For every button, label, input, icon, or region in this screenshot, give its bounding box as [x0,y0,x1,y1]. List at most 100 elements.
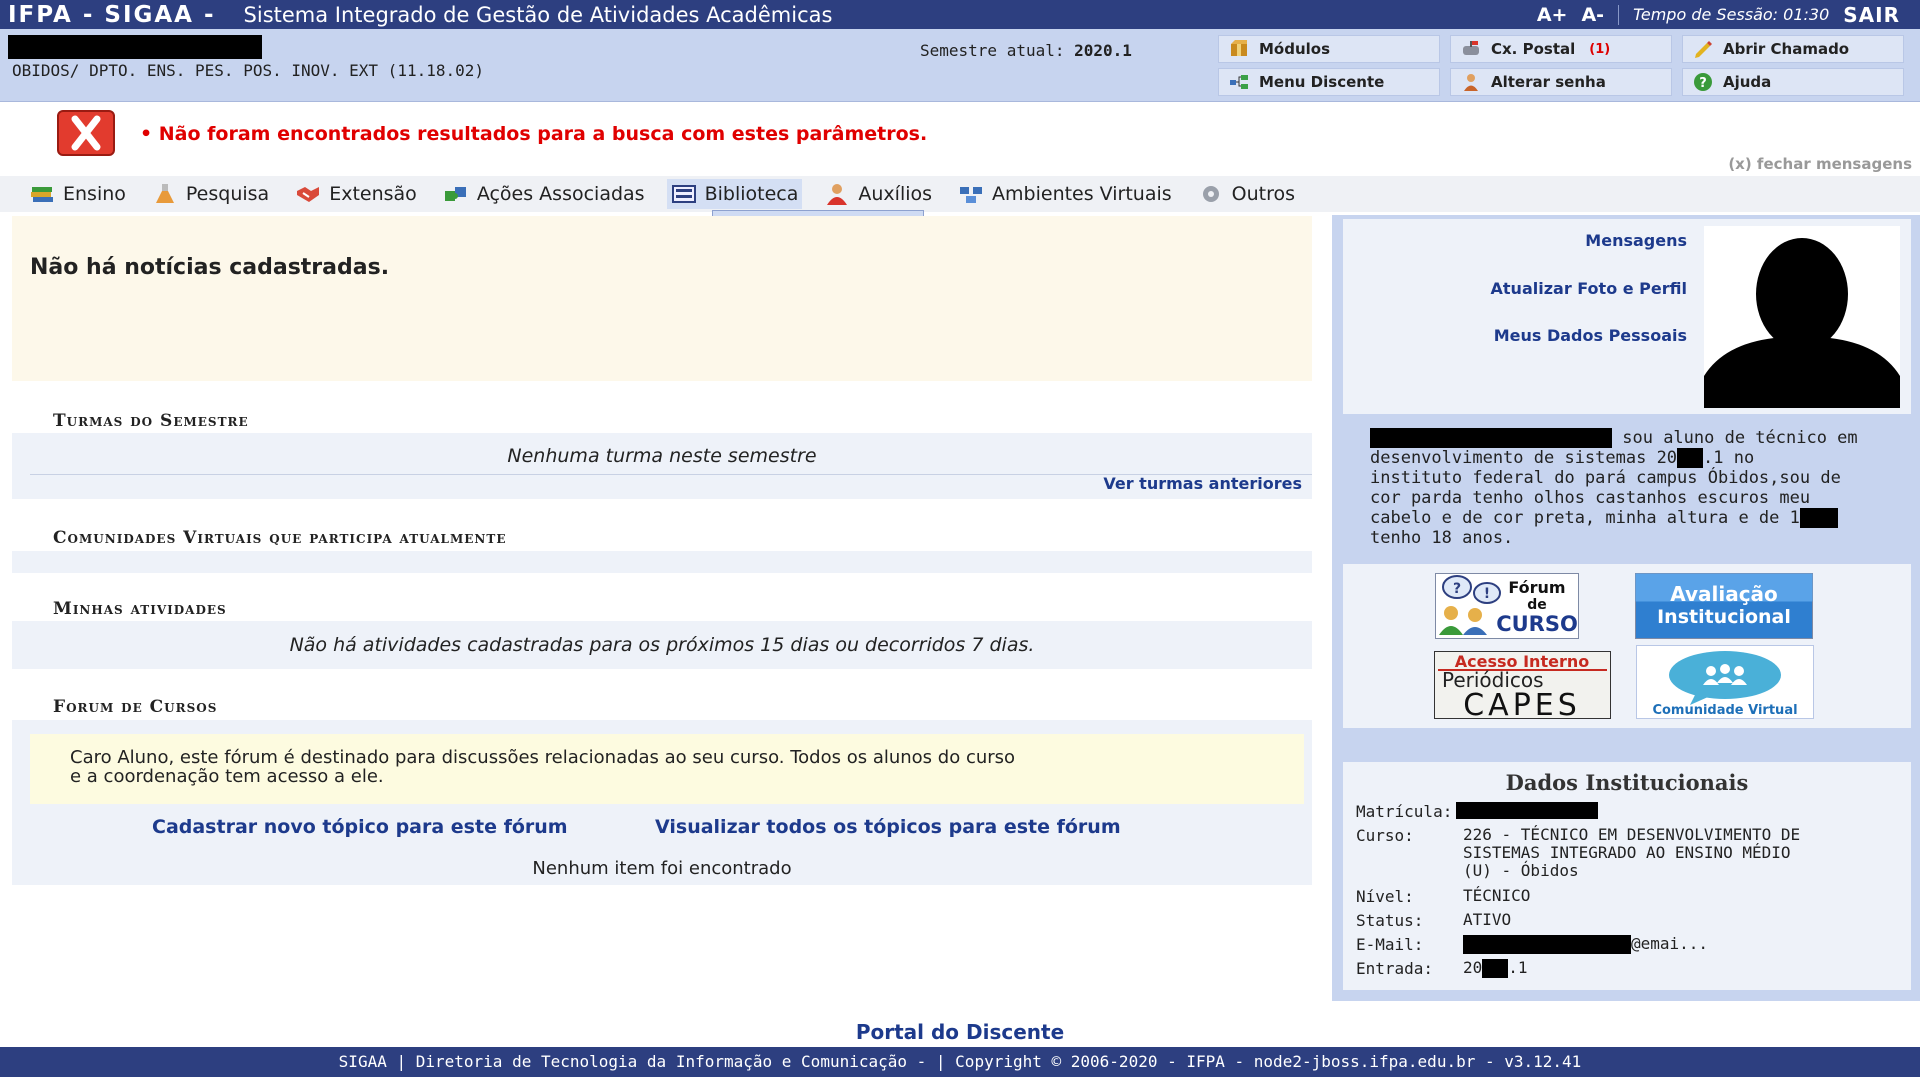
svg-text:?: ? [1453,581,1461,597]
curso-label: Curso: [1356,826,1414,845]
redacted-name [1370,428,1612,448]
turmas-section-title: Turmas do Semestre [53,411,249,431]
menu-biblioteca[interactable]: Biblioteca [666,179,803,209]
student-menu-label: Menu Discente [1259,73,1385,91]
bio-line: desenvolvimento de sistemas 20 .1 no [1370,448,1900,468]
menu-pesquisa-label: Pesquisa [185,183,270,205]
comunidades-section-title: Comunidades Virtuais que participa atual… [53,528,507,548]
redacted-text [1799,508,1838,528]
menu-outros[interactable]: Outros [1194,179,1299,209]
bio-text: desenvolvimento de sistemas 20 [1370,448,1678,468]
font-decrease-button[interactable]: A- [1581,4,1604,26]
update-photo-link[interactable]: Atualizar Foto e Perfil [1491,279,1687,298]
institutional-evaluation-banner-line2: Institucional [1657,606,1791,628]
divider [1618,4,1620,25]
menu-acoes-label: Ações Associadas [476,183,645,205]
institutional-evaluation-banner[interactable]: Avaliação Institucional [1635,573,1813,639]
menu-tree-icon [1229,72,1249,92]
bio-text: cor parda tenho olhos castanhos escuros … [1370,488,1811,508]
comunidades-panel [12,551,1312,573]
bio-text: instituto federal do pará campus Óbidos,… [1370,468,1841,488]
view-all-topics-link[interactable]: Visualizar todos os tópicos para este fó… [655,816,1121,838]
capes-periodicals-banner[interactable]: Acesso Interno Periódicos CAPES [1434,651,1611,719]
new-topic-link[interactable]: Cadastrar novo tópico para este fórum [152,816,568,838]
flask-icon [155,184,174,203]
menu-extensao[interactable]: Extensão [291,179,421,209]
atividades-section-title: Minhas atividades [53,599,227,619]
font-increase-button[interactable]: A+ [1537,4,1568,26]
virtual-community-banner[interactable]: Comunidade Virtual [1636,645,1814,719]
course-forum-banner[interactable]: ? ! Fórum de CURSO [1435,573,1579,639]
error-icon [57,110,115,156]
user-unit: OBIDOS/ DPTO. ENS. PES. POS. INOV. EXT (… [12,61,485,80]
status-label: Status: [1356,911,1424,930]
curso-line: (U) - Óbidos [1463,861,1579,880]
main-menu: Ensino Pesquisa Extensão Ações Associada… [0,176,1920,212]
menu-ambientes-virtuais[interactable]: Ambientes Virtuais [954,179,1176,209]
student-portal-link[interactable]: Portal do Discente [0,1020,1920,1044]
mailbox-count-badge: (1) [1589,41,1611,57]
institutional-evaluation-banner-line1: Avaliação [1670,582,1778,606]
menu-auxilios-label: Auxílios [858,183,933,205]
turmas-panel: Nenhuma turma neste semestre Ver turmas … [12,433,1312,499]
redacted-entrada [1482,959,1509,978]
mailbox-button[interactable]: Cx. Postal (1) [1450,35,1672,63]
previous-classes-link[interactable]: Ver turmas anteriores [1103,474,1302,493]
menu-ensino[interactable]: Ensino [25,179,130,209]
puzzle-icon [444,187,466,201]
menu-outros-label: Outros [1231,183,1296,205]
top-header-controls: A+ A- Tempo de Sessão: 01:30 SAIR [1537,0,1900,29]
change-password-label: Alterar senha [1491,73,1606,91]
student-menu-button[interactable]: Menu Discente [1218,68,1440,96]
modules-button[interactable]: Módulos [1218,35,1440,63]
entrada-suffix: .1 [1508,958,1528,977]
bio-text: tenho 18 anos. [1370,528,1514,548]
semester-label: Semestre atual: [920,41,1065,60]
curso-value: 226 - TÉCNICO EM DESENVOLVIMENTO DE SIST… [1463,826,1800,880]
bio-line: cabelo e de cor preta, minha altura e de… [1370,508,1900,528]
books-icon [31,187,53,202]
help-button[interactable]: ? Ajuda [1682,68,1904,96]
personal-data-link[interactable]: Meus Dados Pessoais [1494,326,1687,345]
external-links-box [1343,564,1911,728]
svg-text:?: ? [1699,76,1707,91]
help-icon: ? [1693,72,1713,92]
help-label: Ajuda [1723,73,1772,91]
mailbox-icon [1461,39,1481,59]
change-password-button[interactable]: Alterar senha [1450,68,1672,96]
open-ticket-button[interactable]: Abrir Chamado [1682,35,1904,63]
open-ticket-label: Abrir Chamado [1723,40,1850,58]
current-semester: Semestre atual: 2020.1 [920,41,1132,60]
logout-button[interactable]: SAIR [1843,3,1900,27]
atividades-panel: Não há atividades cadastradas para os pr… [12,621,1312,669]
semester-value: 2020.1 [1074,41,1132,60]
messages-link[interactable]: Mensagens [1585,231,1687,250]
matricula-label: Matrícula: [1356,802,1453,821]
turmas-empty-message: Nenhuma turma neste semestre [507,445,817,467]
entrada-label: Entrada: [1356,959,1434,978]
menu-extensao-label: Extensão [329,183,417,205]
forum-note-line2: e a coordenação tem acesso a ele. [70,766,384,787]
email-label: E-Mail: [1356,935,1424,954]
close-messages-link[interactable]: (x) fechar mensagens [1728,155,1912,173]
network-icon [960,187,983,203]
entrada-prefix: 20 [1463,958,1483,977]
course-forum-banner-line3: CURSO [1496,612,1578,636]
forum-note-line1: Caro Aluno, este fórum é destinado para … [70,747,1016,768]
menu-pesquisa[interactable]: Pesquisa [148,179,273,209]
curso-line: SISTEMAS INTEGRADO AO ENSINO MÉDIO [1463,843,1791,862]
bio-line: sou aluno de técnico em [1370,428,1900,448]
status-value: ATIVO [1463,910,1512,929]
menu-ensino-label: Ensino [63,183,126,205]
news-empty-message: Não há notícias cadastradas. [30,255,390,280]
menu-ambientes-label: Ambientes Virtuais [992,183,1172,205]
curso-line: 226 - TÉCNICO EM DESENVOLVIMENTO DE [1463,825,1801,844]
menu-acoes-associadas[interactable]: Ações Associadas [439,179,649,209]
sigaa-portal: IFPA - SIGAA - Sistema Integrado de Gest… [0,0,1920,1080]
redacted-matricula [1456,802,1598,819]
error-message: • Não foram encontrados resultados para … [140,123,928,145]
email-suffix: @emai... [1631,934,1709,953]
profile-photo-avatar[interactable] [1704,226,1900,408]
nivel-label: Nível: [1356,887,1414,906]
menu-auxilios[interactable]: Auxílios [820,179,936,209]
